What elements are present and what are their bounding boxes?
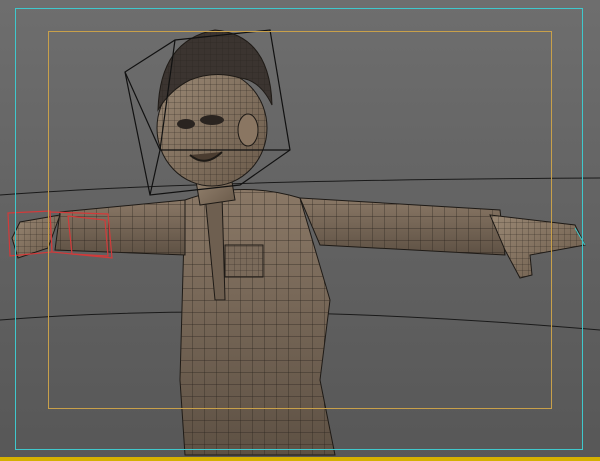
viewport-bottom-border [0,457,600,461]
3d-viewport[interactable] [0,0,600,461]
safe-frame-inner [48,31,552,409]
